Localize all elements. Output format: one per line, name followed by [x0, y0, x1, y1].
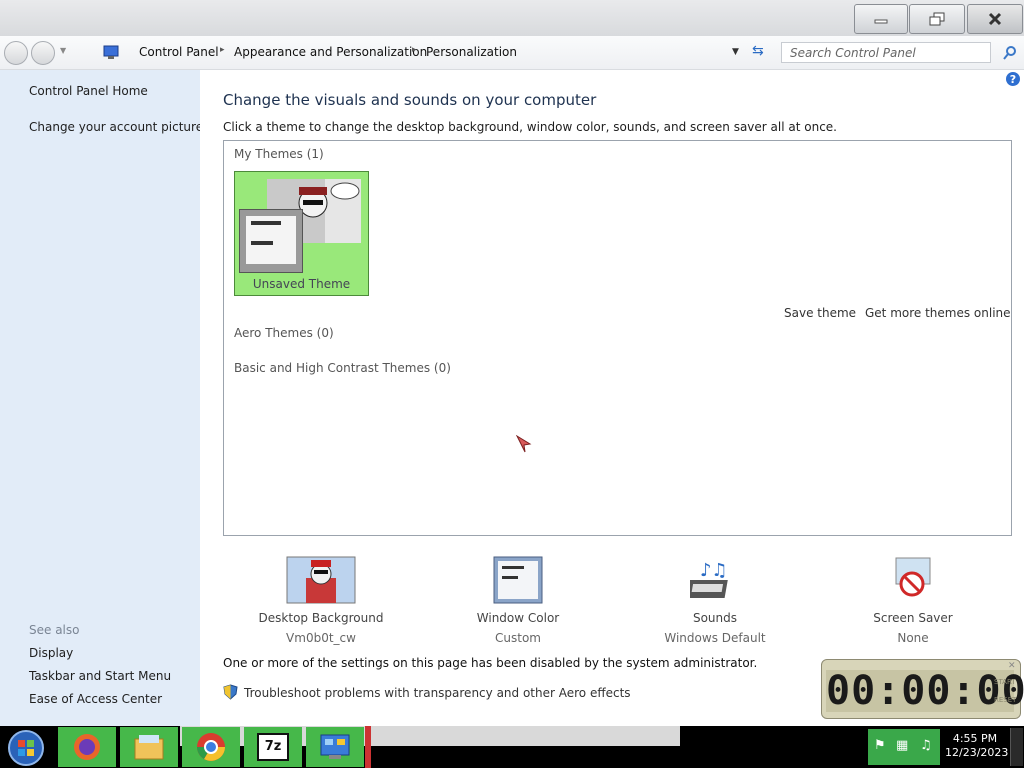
help-icon[interactable]: ?	[1005, 71, 1021, 87]
svg-text:♪♫: ♪♫	[700, 560, 728, 581]
window-color-label: Window Color	[476, 611, 560, 625]
taskbar-chrome[interactable]	[182, 727, 240, 767]
taskbar-firefox[interactable]	[58, 727, 116, 767]
chrome-icon	[197, 733, 225, 761]
taskbar-7zip[interactable]: 7z	[244, 727, 302, 767]
address-dropdown-icon[interactable]: ▼	[732, 47, 739, 57]
refresh-icon[interactable]: ⇆	[752, 43, 764, 59]
window-color-icon	[493, 556, 543, 604]
get-more-themes-link[interactable]: Get more themes online	[865, 306, 1011, 320]
maximize-button[interactable]	[909, 4, 965, 34]
sounds-setting[interactable]: ♪♫ Sounds Windows Default	[640, 556, 790, 645]
screen-saver-label: Screen Saver	[873, 611, 953, 625]
clock-date: 12/23/2023	[945, 746, 1009, 759]
close-icon	[988, 12, 1002, 26]
aero-themes-group-label: Aero Themes (0)	[234, 326, 334, 340]
window-color-value: Custom	[495, 631, 541, 645]
breadcrumb-separator-icon[interactable]: ▸	[412, 45, 417, 55]
window-preview-bar	[251, 241, 273, 245]
my-themes-group-label: My Themes (1)	[234, 147, 324, 161]
breadcrumb-separator-icon[interactable]: ▸	[220, 45, 225, 55]
stopwatch-start-button[interactable]: START	[994, 678, 1016, 686]
window-preview	[246, 216, 296, 264]
taskbar-clock[interactable]: 4:55 PM 12/23/2023	[945, 732, 1009, 760]
page-title: Change the visuals and sounds on your co…	[223, 91, 597, 109]
window-color-setting[interactable]: Window Color Custom	[443, 556, 593, 645]
desktop-background-icon	[286, 556, 356, 604]
mouse-cursor-icon	[516, 435, 532, 453]
breadcrumb-appearance[interactable]: Appearance and Personalization	[234, 45, 427, 59]
desktop-background-setting[interactable]: Desktop Background Vm0b0t_cw	[246, 556, 396, 645]
breadcrumb-control-panel[interactable]: Control Panel	[139, 45, 219, 59]
back-button[interactable]	[4, 41, 28, 65]
taskbar-file-explorer[interactable]	[120, 727, 178, 767]
svg-text:?: ?	[1010, 73, 1016, 86]
window-preview-bar	[251, 221, 281, 225]
see-also-label: See also	[29, 623, 80, 637]
sounds-label: Sounds	[692, 611, 738, 625]
volume-icon[interactable]: ♫	[920, 738, 932, 753]
desktop-background-label: Desktop Background	[258, 611, 384, 625]
system-tray: ⚑ ▦ ♫	[868, 729, 940, 765]
save-theme-link[interactable]: Save theme	[784, 306, 856, 320]
disabled-notice: One or more of the settings on this page…	[223, 656, 758, 670]
clock-time: 4:55 PM	[952, 732, 998, 745]
control-panel-icon	[103, 45, 119, 59]
title-bar	[0, 0, 1024, 36]
action-center-flag-icon[interactable]: ⚑	[874, 738, 886, 753]
close-button[interactable]	[967, 4, 1023, 34]
troubleshoot-aero-link[interactable]: Troubleshoot problems with transparency …	[244, 686, 631, 700]
unsaved-theme-tile[interactable]: Unsaved Theme	[234, 171, 369, 296]
network-icon[interactable]: ▦	[896, 738, 908, 753]
basic-themes-group-label: Basic and High Contrast Themes (0)	[234, 361, 451, 375]
control-panel-icon	[320, 734, 350, 759]
instruction-text: Click a theme to change the desktop back…	[223, 120, 837, 134]
firefox-icon	[74, 734, 100, 760]
control-panel-home-link[interactable]: Control Panel Home	[29, 84, 148, 98]
file-explorer-icon	[134, 735, 164, 760]
change-account-picture-link[interactable]: Change your account picture	[29, 120, 203, 134]
sounds-value: Windows Default	[664, 631, 766, 645]
screen-saver-value: None	[897, 631, 929, 645]
desktop-background-value: Vm0b0t_cw	[286, 631, 356, 645]
minimize-icon	[874, 19, 888, 24]
restore-icon	[929, 12, 945, 26]
recent-pages-chevron-icon[interactable]: ▼	[60, 46, 66, 55]
start-button-icon[interactable]	[6, 729, 46, 767]
display-link[interactable]: Display	[29, 646, 73, 660]
stopwatch-display: 00:00:00	[826, 668, 1024, 714]
stopwatch-reset-button[interactable]: RESET	[994, 696, 1016, 704]
taskbar-control-panel[interactable]	[306, 727, 364, 767]
window-color-swatch	[239, 209, 303, 273]
breadcrumb-personalization[interactable]: Personalization	[426, 45, 517, 59]
search-input[interactable]: Search Control Panel	[781, 42, 991, 63]
ease-of-access-link[interactable]: Ease of Access Center	[29, 692, 162, 706]
show-desktop-button[interactable]	[1010, 728, 1023, 766]
taskbar-start-menu-link[interactable]: Taskbar and Start Menu	[29, 669, 171, 683]
minimize-button[interactable]	[854, 4, 908, 34]
search-icon[interactable]	[1002, 45, 1018, 61]
gadget-close-icon[interactable]: ✕	[1008, 661, 1016, 671]
screen-saver-icon	[895, 557, 931, 597]
taskbar-window-edge	[365, 726, 371, 768]
stopwatch-gadget[interactable]: 00:00:00 START RESET ✕	[821, 659, 1024, 719]
theme-tile-label: Unsaved Theme	[252, 277, 351, 291]
forward-button[interactable]	[31, 41, 55, 65]
sounds-icon: ♪♫	[686, 560, 728, 598]
screen-saver-setting[interactable]: Screen Saver None	[838, 556, 988, 645]
shield-icon	[223, 684, 238, 700]
7zip-icon: 7z	[257, 733, 289, 761]
